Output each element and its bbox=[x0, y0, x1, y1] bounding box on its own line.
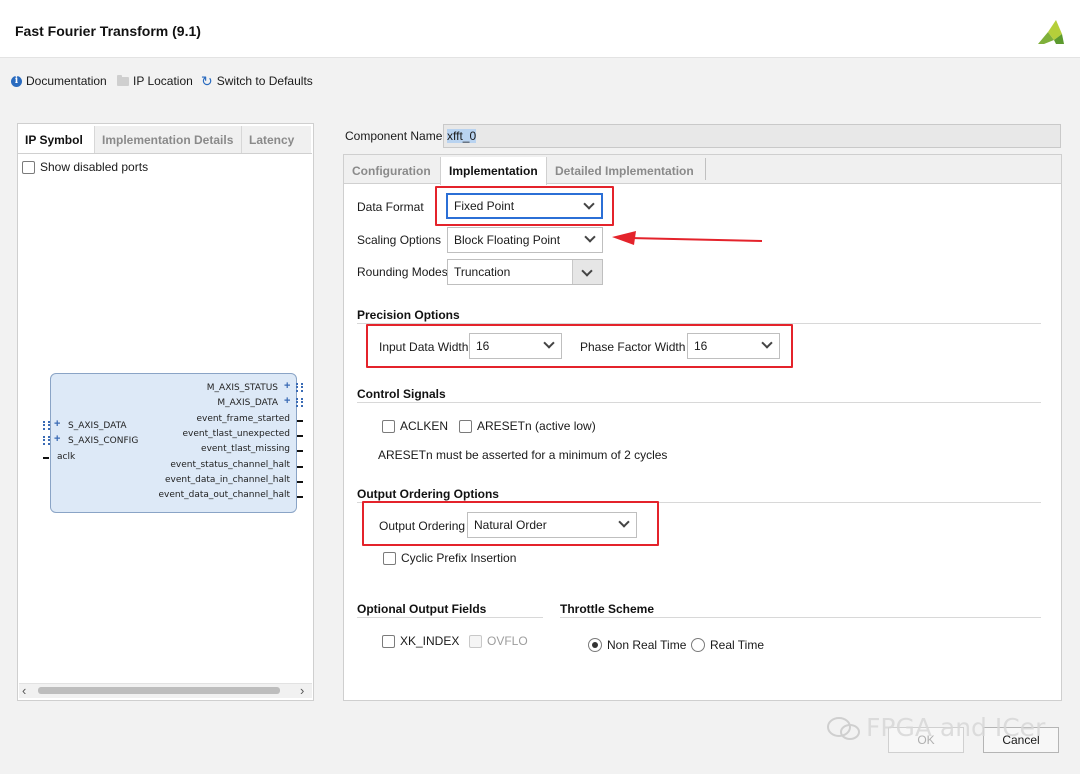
input-data-width-label: Input Data Width bbox=[379, 340, 469, 354]
port-event-data-out-channel-halt: event_data_out_channel_halt bbox=[158, 490, 290, 500]
expand-plus-icon[interactable]: + bbox=[54, 418, 60, 430]
port-event-data-in-channel-halt: event_data_in_channel_halt bbox=[165, 475, 290, 485]
bus-icon bbox=[43, 421, 50, 430]
real-time-radio[interactable] bbox=[691, 638, 705, 652]
tab-implementation-details[interactable]: Implementation Details bbox=[94, 126, 241, 154]
aresetn-option[interactable]: ARESETn (active low) bbox=[459, 419, 596, 433]
port-pin bbox=[43, 457, 49, 459]
data-format-label: Data Format bbox=[357, 200, 424, 214]
port-s-axis-data: S_AXIS_DATA bbox=[68, 421, 127, 431]
non-real-time-option[interactable]: Non Real Time bbox=[588, 638, 686, 652]
control-signals-heading: Control Signals bbox=[357, 387, 446, 401]
switch-to-defaults-link[interactable]: ↻ Switch to Defaults bbox=[201, 74, 313, 88]
port-s-axis-config: S_AXIS_CONFIG bbox=[68, 436, 139, 446]
tab-detailed-implementation[interactable]: Detailed Implementation bbox=[547, 157, 702, 184]
output-ordering-select[interactable]: Natural Order bbox=[467, 512, 637, 538]
vendor-logo-icon bbox=[1038, 20, 1064, 44]
section-divider bbox=[560, 617, 1041, 618]
scrollbar-thumb[interactable] bbox=[38, 687, 280, 694]
non-real-time-radio[interactable] bbox=[588, 638, 602, 652]
xk-index-option[interactable]: XK_INDEX bbox=[382, 634, 459, 648]
tab-configuration[interactable]: Configuration bbox=[344, 157, 439, 184]
bus-icon bbox=[296, 398, 303, 407]
aclken-option[interactable]: ACLKEN bbox=[382, 419, 448, 433]
scaling-options-select[interactable]: Block Floating Point bbox=[447, 227, 603, 253]
component-name-label: Component Name bbox=[345, 129, 443, 143]
cyclic-prefix-checkbox[interactable] bbox=[383, 551, 396, 565]
wechat-logo-icon bbox=[827, 717, 860, 740]
scaling-options-label: Scaling Options bbox=[357, 233, 442, 247]
aclken-checkbox[interactable] bbox=[382, 419, 395, 433]
rounding-modes-select[interactable]: Truncation bbox=[447, 259, 603, 285]
expand-plus-icon[interactable]: + bbox=[284, 395, 290, 407]
section-divider bbox=[357, 402, 1041, 403]
window-title: Fast Fourier Transform (9.1) bbox=[15, 23, 201, 39]
tab-ip-symbol[interactable]: IP Symbol bbox=[18, 126, 94, 154]
expand-plus-icon[interactable]: + bbox=[284, 380, 290, 392]
bus-icon bbox=[296, 383, 303, 392]
annotation-box bbox=[435, 186, 614, 226]
chevron-down-icon bbox=[584, 231, 596, 243]
aresetn-note: ARESETn must be asserted for a minimum o… bbox=[378, 448, 668, 462]
scroll-left-icon[interactable]: ‹ bbox=[22, 683, 26, 698]
watermark-text: FPGA and ICer bbox=[866, 713, 1046, 742]
tab-divider bbox=[18, 153, 312, 154]
port-event-tlast-unexpected: event_tlast_unexpected bbox=[182, 429, 291, 439]
annotation-arrow-icon bbox=[612, 231, 763, 245]
aresetn-checkbox[interactable] bbox=[459, 419, 472, 433]
chevron-down-icon bbox=[581, 265, 593, 277]
chevron-down-icon bbox=[618, 516, 630, 528]
cyclic-prefix-option[interactable]: Cyclic Prefix Insertion bbox=[383, 551, 516, 565]
show-disabled-ports-checkbox[interactable] bbox=[22, 160, 35, 174]
port-event-tlast-missing: event_tlast_missing bbox=[201, 444, 290, 454]
precision-options-heading: Precision Options bbox=[357, 308, 460, 322]
tab-separator bbox=[705, 158, 706, 180]
port-pin bbox=[297, 450, 303, 452]
xk-index-checkbox[interactable] bbox=[382, 634, 395, 648]
port-pin bbox=[297, 496, 303, 498]
rounding-modes-label: Rounding Modes bbox=[357, 265, 448, 279]
port-event-frame-started: event_frame_started bbox=[196, 414, 290, 424]
optional-output-heading: Optional Output Fields bbox=[357, 602, 487, 616]
ovflo-option: OVFLO bbox=[469, 634, 528, 648]
expand-plus-icon[interactable]: + bbox=[54, 433, 60, 445]
port-m-axis-data: M_AXIS_DATA bbox=[217, 398, 278, 408]
port-pin bbox=[297, 466, 303, 468]
folder-icon bbox=[117, 74, 129, 86]
info-icon: i bbox=[11, 75, 22, 87]
input-data-width-select[interactable]: 16 bbox=[469, 333, 562, 359]
component-name-input[interactable]: xfft_0 bbox=[443, 124, 1061, 148]
port-event-status-channel-halt: event_status_channel_halt bbox=[170, 460, 290, 470]
port-pin bbox=[297, 435, 303, 437]
port-m-axis-status: M_AXIS_STATUS bbox=[206, 383, 278, 393]
phase-factor-width-select[interactable]: 16 bbox=[687, 333, 780, 359]
tab-implementation[interactable]: Implementation bbox=[440, 157, 547, 185]
output-ordering-heading: Output Ordering Options bbox=[357, 487, 499, 501]
section-divider bbox=[357, 617, 543, 618]
bus-icon bbox=[43, 436, 50, 445]
throttle-scheme-heading: Throttle Scheme bbox=[560, 602, 655, 616]
ip-location-link[interactable]: IP Location bbox=[117, 74, 193, 88]
chevron-down-icon bbox=[543, 337, 555, 349]
phase-factor-width-label: Phase Factor Width bbox=[580, 340, 686, 354]
show-disabled-ports-option[interactable]: Show disabled ports bbox=[22, 160, 148, 174]
port-pin bbox=[297, 481, 303, 483]
port-aclk: aclk bbox=[57, 452, 76, 462]
port-pin bbox=[297, 420, 303, 422]
documentation-link[interactable]: i Documentation bbox=[11, 74, 107, 88]
ovflo-checkbox bbox=[469, 634, 482, 648]
tab-latency[interactable]: Latency bbox=[241, 126, 311, 154]
real-time-option[interactable]: Real Time bbox=[691, 638, 764, 652]
refresh-icon: ↻ bbox=[201, 73, 213, 89]
scroll-right-icon[interactable]: › bbox=[300, 683, 304, 698]
chevron-down-icon bbox=[761, 337, 773, 349]
output-ordering-label: Output Ordering bbox=[379, 519, 466, 533]
